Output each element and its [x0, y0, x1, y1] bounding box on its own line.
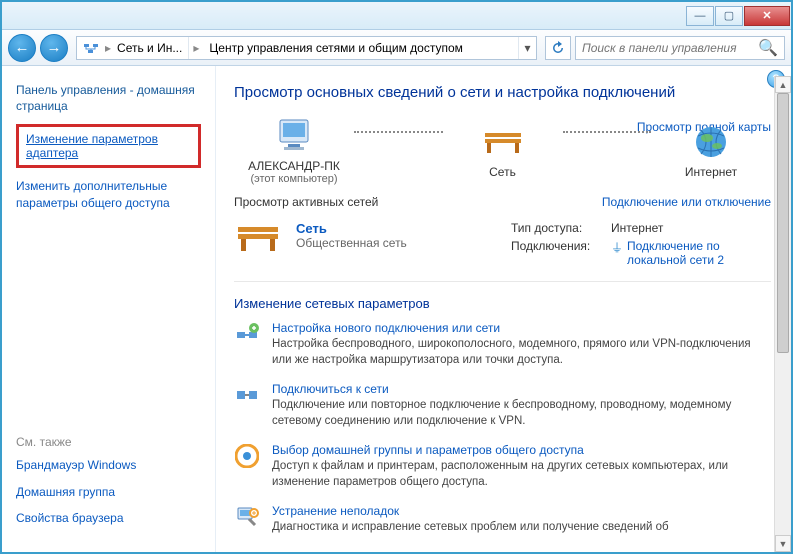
breadcrumb-seg-1[interactable]: Сеть и Ин... [111, 37, 189, 59]
network-type-label: Общественная сеть [296, 236, 407, 250]
task-troubleshoot-desc: Диагностика и исправление сетевых пробле… [272, 520, 669, 536]
search-box[interactable]: 🔍 [575, 36, 785, 60]
scroll-thumb[interactable] [777, 93, 789, 353]
navbar: ← → ▸ Сеть и Ин... ▸ Центр управления се… [2, 30, 791, 66]
task-troubleshoot: Устранение неполадок Диагностика и испра… [234, 504, 771, 536]
task-homegroup-desc: Доступ к файлам и принтерам, расположенн… [272, 459, 771, 490]
computer-icon [234, 115, 354, 157]
network-bench-icon [234, 221, 282, 271]
task-homegroup-link[interactable]: Выбор домашней группы и параметров общег… [272, 443, 771, 457]
main-content: ? Просмотр основных сведений о сети и на… [216, 66, 791, 552]
sidebar-sharing-link[interactable]: Изменить дополнительные параметры общего… [16, 178, 201, 210]
node-pc-label: АЛЕКСАНДР-ПК [234, 159, 354, 173]
scroll-down-button[interactable]: ▼ [775, 535, 791, 552]
back-button[interactable]: ← [8, 34, 36, 62]
node-internet: Интернет [651, 121, 771, 179]
bench-icon [443, 121, 563, 163]
connections-label: Подключения: [511, 239, 611, 267]
maximize-button[interactable]: ▢ [715, 6, 743, 26]
task-connect-link[interactable]: Подключиться к сети [272, 382, 771, 396]
forward-button[interactable]: → [40, 34, 68, 62]
close-button[interactable]: ✕ [744, 6, 790, 26]
node-pc: АЛЕКСАНДР-ПК (этот компьютер) [234, 115, 354, 185]
sidebar-adapter-link[interactable]: Изменение параметров адаптера [16, 124, 201, 168]
ethernet-icon: ⏚ [611, 239, 623, 256]
see-also-label: См. также [16, 435, 201, 449]
address-bar[interactable]: ▸ Сеть и Ин... ▸ Центр управления сетями… [76, 36, 537, 60]
access-type-value: Интернет [611, 221, 771, 235]
sidebar: Панель управления - домашняя страница Из… [2, 66, 216, 552]
breadcrumb-seg-2[interactable]: Центр управления сетями и общим доступом [203, 37, 518, 59]
homegroup-icon [234, 443, 260, 469]
node-network: Сеть [443, 121, 563, 179]
refresh-button[interactable] [545, 36, 571, 60]
troubleshoot-icon [234, 504, 260, 530]
minimize-button[interactable]: — [686, 6, 714, 26]
node-net-label: Сеть [443, 165, 563, 179]
globe-icon [651, 121, 771, 163]
titlebar: — ▢ ✕ [2, 2, 791, 30]
scrollbar[interactable]: ▲ ▼ [774, 76, 791, 552]
task-new-connection-desc: Настройка беспроводного, широкополосного… [272, 337, 771, 368]
active-network-block: Сеть Общественная сеть Тип доступа: Инте… [234, 217, 771, 282]
scroll-up-button[interactable]: ▲ [775, 76, 791, 93]
task-connect-desc: Подключение или повторное подключение к … [272, 398, 771, 429]
wizard-icon [234, 321, 260, 347]
page-title: Просмотр основных сведений о сети и наст… [234, 84, 771, 101]
task-new-connection-link[interactable]: Настройка нового подключения или сети [272, 321, 771, 335]
see-also-homegroup[interactable]: Домашняя группа [16, 484, 201, 500]
node-pc-sub: (этот компьютер) [234, 173, 354, 185]
network-name-link[interactable]: Сеть [296, 221, 327, 236]
address-dropdown[interactable]: ▾ [518, 37, 536, 59]
network-params-title: Изменение сетевых параметров [234, 296, 771, 311]
see-also-browser[interactable]: Свойства браузера [16, 510, 201, 526]
see-also-firewall[interactable]: Брандмауэр Windows [16, 457, 201, 473]
task-new-connection: Настройка нового подключения или сети На… [234, 321, 771, 368]
connect-icon [234, 382, 260, 408]
address-icon [81, 38, 101, 58]
node-inet-label: Интернет [651, 165, 771, 179]
search-icon: 🔍 [758, 38, 778, 58]
connect-disconnect-link[interactable]: Подключение или отключение [602, 195, 771, 209]
search-input[interactable] [582, 41, 758, 55]
access-type-label: Тип доступа: [511, 221, 611, 235]
network-map: АЛЕКСАНДР-ПК (этот компьютер) Сеть Интер… [234, 115, 771, 185]
task-homegroup: Выбор домашней группы и параметров общег… [234, 443, 771, 490]
connection-link[interactable]: ⏚ Подключение по локальной сети 2 [611, 239, 771, 267]
task-connect: Подключиться к сети Подключение или повт… [234, 382, 771, 429]
task-troubleshoot-link[interactable]: Устранение неполадок [272, 504, 669, 518]
active-networks-label: Просмотр активных сетей [234, 195, 378, 209]
sidebar-home-link[interactable]: Панель управления - домашняя страница [16, 82, 201, 114]
